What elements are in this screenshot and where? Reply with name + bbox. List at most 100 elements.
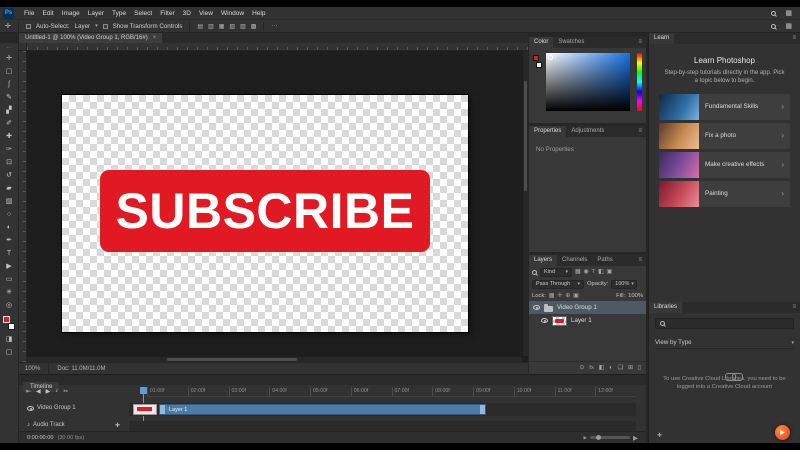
video-track-header[interactable]: Video Group 1 — [27, 405, 76, 411]
tab-paths[interactable]: Paths — [592, 255, 617, 266]
layer-row-video-group[interactable]: Video Group 1 — [529, 301, 646, 314]
lock-transparency-icon[interactable]: ▦ — [549, 293, 554, 299]
align-center-icon[interactable]: ▥ — [208, 23, 214, 30]
timeline-ruler[interactable]: 01:00f 02:00f 03:00f 04:00f 05:00f 06:00… — [147, 387, 636, 397]
hand-tool[interactable]: ✳ — [0, 286, 18, 299]
panel-menu-icon[interactable]: ≡ — [638, 255, 646, 266]
align-top-icon[interactable]: ▧ — [229, 23, 235, 30]
color-picker-marker[interactable] — [548, 55, 553, 60]
pen-tool[interactable]: ✒ — [0, 234, 18, 247]
eraser-tool[interactable]: ▰ — [0, 182, 18, 195]
document[interactable]: SUBSCRIBE — [62, 95, 468, 332]
track-visibility-eye-icon[interactable] — [27, 405, 34, 411]
filter-pixel-icon[interactable]: ▦ — [575, 269, 580, 275]
move-tool[interactable]: ✛ — [0, 52, 18, 65]
gradient-tool[interactable]: ▨ — [0, 195, 18, 208]
blend-mode-dropdown[interactable]: Pass Through ▾ — [532, 279, 584, 289]
align-left-icon[interactable]: ▤ — [197, 23, 203, 30]
new-layer-icon[interactable]: ⊞ — [628, 365, 633, 371]
learn-item-creative-effects[interactable]: Make creative effects › — [659, 151, 790, 178]
playhead-handle[interactable] — [140, 387, 147, 394]
tab-learn[interactable]: Learn — [649, 33, 675, 44]
panel-menu-icon[interactable]: ≡ — [792, 302, 800, 313]
video-clip[interactable]: Layer 1 — [159, 404, 486, 415]
path-selection-tool[interactable]: ▶ — [0, 260, 18, 273]
play-icon[interactable]: ▶ — [46, 388, 51, 395]
shape-tool[interactable]: ▭ — [0, 273, 18, 286]
screen-mode-icon[interactable]: ▢ — [0, 346, 18, 359]
toolbar-expander-icon[interactable]: ··· — [7, 45, 12, 52]
menu-help[interactable]: Help — [248, 7, 269, 20]
tab-layers[interactable]: Layers — [529, 255, 558, 266]
opacity-dropdown[interactable]: 100% ▾ — [611, 279, 638, 289]
zoom-tool[interactable]: ◎ — [0, 299, 18, 312]
adjustment-layer-icon[interactable]: ◐ — [609, 365, 613, 371]
clone-stamp-tool[interactable]: ⊡ — [0, 156, 18, 169]
vertical-scroll-thumb[interactable] — [524, 81, 527, 191]
horizontal-scroll-thumb[interactable] — [167, 358, 297, 361]
saturation-picker[interactable] — [546, 53, 630, 111]
menu-view[interactable]: View — [195, 7, 217, 20]
eyedropper-tool[interactable]: ✐ — [0, 117, 18, 130]
type-tool[interactable]: T — [0, 247, 18, 260]
filter-type-icon[interactable]: T — [592, 269, 596, 275]
menu-layer[interactable]: Layer — [84, 7, 108, 20]
background-color-swatch[interactable] — [8, 323, 15, 330]
menu-file[interactable]: File — [20, 7, 38, 20]
menu-type[interactable]: Type — [108, 7, 130, 20]
add-library-icon[interactable]: ✚ — [657, 432, 662, 439]
quick-mask-icon[interactable]: ◨ — [0, 333, 18, 346]
audio-icon[interactable]: ♪ — [55, 388, 58, 395]
zoom-slider[interactable] — [590, 435, 630, 440]
zoom-in-icon[interactable]: ▶ — [633, 434, 638, 442]
marquee-tool[interactable]: ▢ — [0, 65, 18, 78]
hue-slider[interactable] — [637, 53, 642, 111]
canvas-area[interactable]: SUBSCRIBE — [19, 43, 528, 362]
visibility-eye-icon[interactable] — [541, 318, 548, 323]
blur-tool[interactable]: ○ — [0, 208, 18, 221]
learn-item-fix-a-photo[interactable]: Fix a photo › — [659, 122, 790, 149]
zoom-level[interactable]: 100% — [25, 362, 50, 375]
clip-thumbnail[interactable] — [133, 404, 157, 415]
panel-menu-icon[interactable]: ≡ — [638, 126, 646, 137]
foreground-color-chip[interactable] — [533, 55, 539, 61]
tab-channels[interactable]: Channels — [557, 255, 592, 266]
new-group-icon[interactable]: ❏ — [618, 365, 623, 371]
quick-selection-tool[interactable]: ✎ — [0, 91, 18, 104]
lock-position-icon[interactable]: ✛ — [557, 293, 562, 299]
tab-properties[interactable]: Properties — [529, 126, 567, 137]
align-right-icon[interactable]: ▦ — [219, 23, 225, 30]
go-to-start-icon[interactable]: ⇤ — [26, 388, 31, 395]
kind-dropdown[interactable]: Kind ▾ — [540, 267, 572, 277]
visibility-eye-icon[interactable] — [533, 305, 540, 310]
menu-window[interactable]: Window — [217, 7, 248, 20]
audio-track-header[interactable]: ♪ Audio Track — [27, 422, 65, 428]
align-bottom-icon[interactable]: ▩ — [251, 23, 257, 30]
crop-tool[interactable]: ▞ — [0, 104, 18, 117]
foreground-color-swatch[interactable] — [3, 316, 10, 323]
filter-adjustment-icon[interactable]: ◉ — [583, 269, 588, 275]
brush-tool[interactable]: ✑ — [0, 143, 18, 156]
lock-all-icon[interactable]: ▣ — [573, 293, 578, 299]
fill-value[interactable]: 100% — [628, 293, 643, 299]
background-color-chip[interactable] — [536, 62, 542, 68]
lock-artboard-icon[interactable]: ⊕ — [565, 293, 570, 299]
layer-row-layer1[interactable]: Layer 1 — [529, 314, 646, 327]
view-by-type-dropdown[interactable]: View by Type ▾ — [655, 337, 794, 349]
learn-item-painting[interactable]: Painting › — [659, 180, 790, 207]
menu-select[interactable]: Select — [130, 7, 156, 20]
search-icon[interactable] — [771, 23, 777, 29]
link-layers-icon[interactable]: ⊙ — [579, 365, 584, 371]
filter-shape-icon[interactable]: ◧ — [598, 269, 603, 275]
workspace-switcher-icon[interactable]: ▦ — [785, 20, 792, 33]
workspace-icon[interactable]: ▦ — [785, 7, 792, 20]
add-audio-icon[interactable]: ✚ — [115, 422, 120, 429]
healing-brush-tool[interactable]: ✚ — [0, 130, 18, 143]
more-options-icon[interactable]: ··· — [271, 23, 277, 29]
align-middle-icon[interactable]: ▨ — [240, 23, 246, 30]
document-tab[interactable]: Untitled-1 @ 100% (Video Group 1, RGB/16… — [19, 33, 163, 43]
menu-3d[interactable]: 3D — [179, 7, 195, 20]
dodge-tool[interactable]: ◐ — [0, 221, 18, 234]
layer-mask-icon[interactable]: ◧ — [599, 365, 604, 371]
split-clip-icon[interactable]: ✂ — [63, 388, 68, 395]
